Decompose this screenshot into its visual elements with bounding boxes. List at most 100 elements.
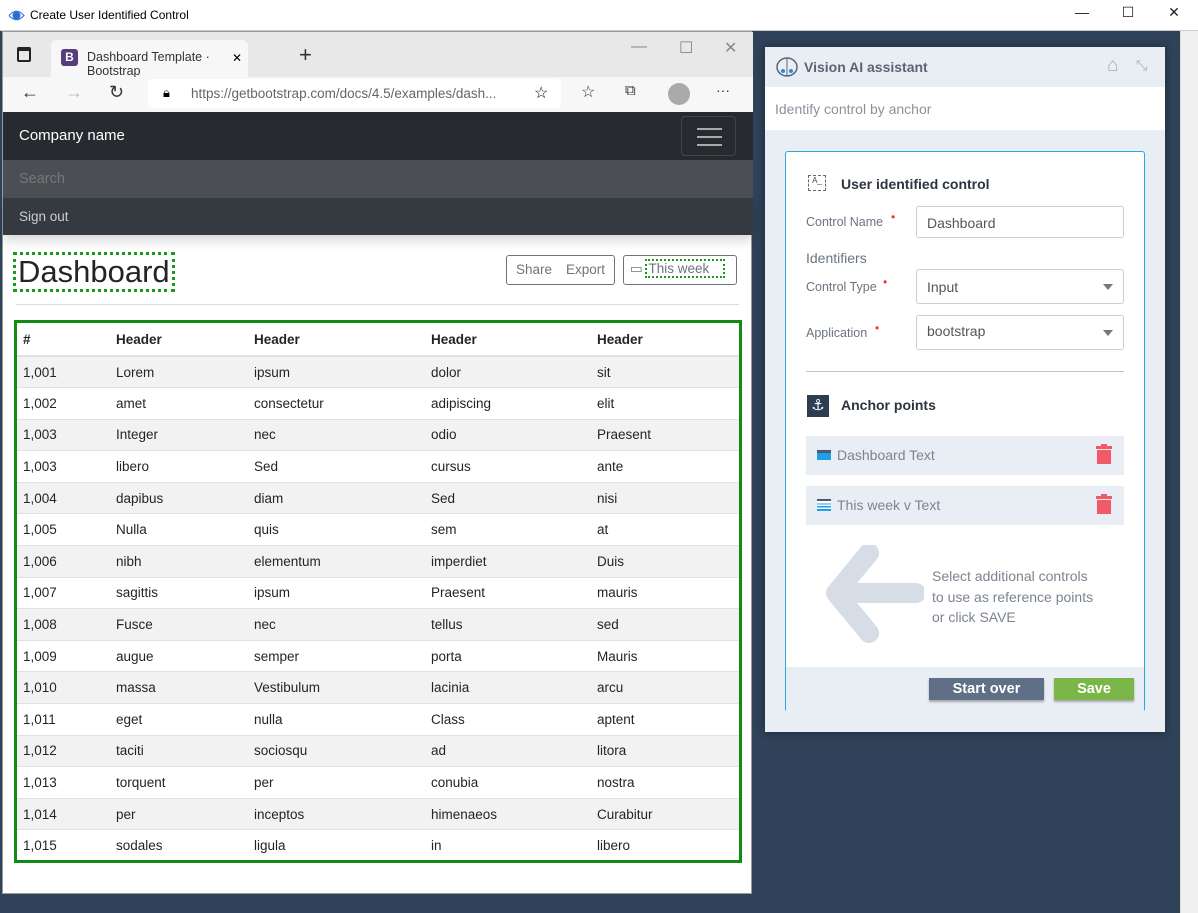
table-cell: sed xyxy=(591,608,739,641)
home-icon[interactable]: ⌂ xyxy=(1107,55,1118,77)
tab-actions-icon[interactable] xyxy=(17,47,31,62)
control-name-label: Control Name xyxy=(806,215,884,229)
table-cell: amet xyxy=(110,387,248,420)
site-navbar: Company name xyxy=(3,112,753,160)
data-table: # Header Header Header Header 1,001 Lorem ipsu… xyxy=(14,320,742,863)
browser-tab[interactable]: B Dashboard Template · Bootstrap ✕ xyxy=(51,40,248,78)
table-cell: nostra xyxy=(591,766,739,799)
table-cell: massa xyxy=(110,671,248,704)
table-cell: lacinia xyxy=(425,671,591,704)
table-cell: torquent xyxy=(110,766,248,799)
table-cell: Nulla xyxy=(110,513,248,546)
table-cell: libero xyxy=(110,450,248,483)
table-cell: diam xyxy=(248,481,425,514)
menu-toggle-button[interactable] xyxy=(681,116,736,156)
search-input[interactable]: Search xyxy=(3,160,753,198)
control-name-input[interactable]: Dashboard xyxy=(916,206,1124,238)
control-type-value: Input xyxy=(927,279,959,295)
maximize-button[interactable]: ☐ xyxy=(1108,4,1148,26)
table-cell: ad xyxy=(425,734,591,767)
required-mark: • xyxy=(875,321,880,335)
share-button[interactable]: Share xyxy=(506,255,563,285)
url-text: https://getbootstrap.com/docs/4.5/exampl… xyxy=(191,86,497,101)
hint-line: Select additional controls xyxy=(932,568,1088,584)
table-row: 1,011 eget nulla Class aptent xyxy=(17,703,739,736)
table-cell: Praesent xyxy=(591,418,739,451)
table-cell: augue xyxy=(110,639,248,672)
collections-icon[interactable]: ⧉ xyxy=(625,82,636,99)
anchor-item[interactable]: This week v Text xyxy=(806,486,1124,525)
tab-title: Dashboard Template · Bootstrap xyxy=(87,50,210,78)
hint-text: Select additional controls to use as ref… xyxy=(932,566,1093,628)
table-cell: 1,005 xyxy=(17,513,110,546)
table-row: 1,008 Fusce nec tellus sed xyxy=(17,608,739,641)
table-cell: imperdiet xyxy=(425,545,591,578)
refresh-icon[interactable]: ↻ xyxy=(109,82,124,103)
table-cell: per xyxy=(248,766,425,799)
table-cell: sociosqu xyxy=(248,734,425,767)
column-header: # xyxy=(17,323,110,357)
table-row: 1,007 sagittis ipsum Praesent mauris xyxy=(17,576,739,609)
table-cell: Sed xyxy=(425,481,591,514)
sign-out-link[interactable]: Sign out xyxy=(3,198,753,235)
browser-close-button[interactable]: ✕ xyxy=(724,38,737,58)
chevron-down-icon xyxy=(1103,330,1113,341)
export-button[interactable]: Export xyxy=(557,255,616,285)
more-icon[interactable]: ··· xyxy=(716,82,730,98)
table-cell: dolor xyxy=(425,355,591,388)
table-row: 1,015 sodales ligula in libero xyxy=(17,829,739,862)
start-over-button[interactable]: Start over xyxy=(929,678,1044,700)
table-cell: 1,009 xyxy=(17,639,110,672)
table-cell: Sed xyxy=(248,450,425,483)
anchor-label: Dashboard Text xyxy=(837,447,935,463)
table-row: 1,013 torquent per conubia nostra xyxy=(17,766,739,799)
anchor-item[interactable]: Dashboard Text xyxy=(806,436,1124,475)
period-dropdown[interactable]: ▭ This week xyxy=(623,255,737,285)
table-cell: nibh xyxy=(110,545,248,578)
table-cell: 1,013 xyxy=(17,766,110,799)
text-control-icon xyxy=(817,499,831,511)
scrollbar[interactable] xyxy=(1180,31,1198,913)
add-favorite-icon[interactable]: ☆ xyxy=(534,83,548,103)
table-row: 1,010 massa Vestibulum lacinia arcu xyxy=(17,671,739,704)
table-cell: consectetur xyxy=(248,387,425,420)
forward-icon[interactable]: → xyxy=(65,82,83,103)
table-cell: nulla xyxy=(248,703,425,736)
profile-avatar[interactable] xyxy=(668,83,690,105)
close-button[interactable]: ✕ xyxy=(1154,4,1194,26)
new-tab-button[interactable]: + xyxy=(299,42,312,68)
application-select[interactable]: bootstrap xyxy=(916,315,1124,350)
brand-link[interactable]: Company name xyxy=(19,127,125,144)
control-type-label: Control Type xyxy=(806,280,877,294)
lock-icon[interactable]: 🔒︎ xyxy=(163,85,170,101)
browser-maximize-button[interactable]: ☐ xyxy=(679,38,693,58)
table-cell: quis xyxy=(248,513,425,546)
table-cell: libero xyxy=(591,829,739,862)
table-cell: ipsum xyxy=(248,576,425,609)
brain-icon xyxy=(776,57,798,77)
chevron-down-icon xyxy=(1103,284,1113,295)
favorites-icon[interactable]: ☆ xyxy=(581,82,595,102)
table-cell: elementum xyxy=(248,545,425,578)
collapse-icon[interactable]: ⤡ xyxy=(1136,57,1147,74)
address-bar[interactable]: 🔒︎ https://getbootstrap.com/docs/4.5/exa… xyxy=(148,79,561,108)
delete-icon[interactable] xyxy=(1096,494,1112,514)
window-titlebar: Create User Identified Control — ☐ ✕ xyxy=(0,0,1198,31)
table-cell: ipsum xyxy=(248,355,425,388)
tab-close-icon[interactable]: ✕ xyxy=(232,51,242,65)
table-row: 1,003 Integer nec odio Praesent xyxy=(17,418,739,451)
table-cell: nisi xyxy=(591,481,739,514)
back-icon[interactable]: ← xyxy=(21,82,39,103)
required-mark: • xyxy=(891,210,896,224)
table-cell: Duis xyxy=(591,545,739,578)
table-cell: aptent xyxy=(591,703,739,736)
hint-line: or click SAVE xyxy=(932,609,1016,625)
control-type-select[interactable]: Input xyxy=(916,269,1124,304)
table-row: 1,005 Nulla quis sem at xyxy=(17,513,739,546)
save-button[interactable]: Save xyxy=(1054,678,1134,700)
arrow-left-icon xyxy=(826,545,924,643)
browser-minimize-button[interactable]: — xyxy=(631,38,647,56)
table-cell: taciti xyxy=(110,734,248,767)
delete-icon[interactable] xyxy=(1096,444,1112,464)
minimize-button[interactable]: — xyxy=(1062,4,1102,26)
